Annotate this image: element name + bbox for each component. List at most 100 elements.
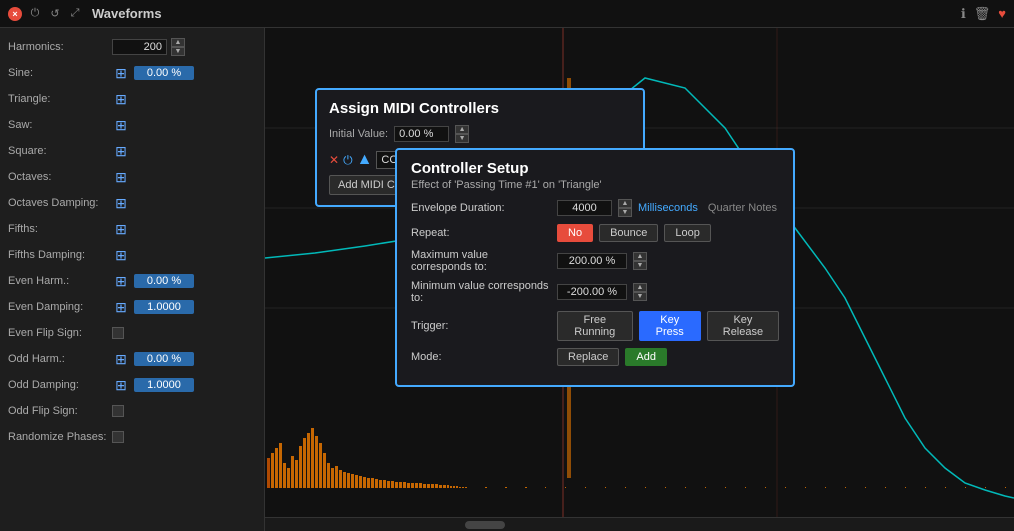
trigger-key-release-button[interactable]: Key Release <box>707 311 779 341</box>
mode-label: Mode: <box>411 351 551 363</box>
harmonics-down[interactable]: ▼ <box>171 47 185 56</box>
triangle-slider-icon[interactable]: ⊞ <box>112 91 130 108</box>
max-value-up[interactable]: ▲ <box>633 252 647 261</box>
odd-damping-slider-icon[interactable]: ⊞ <box>112 377 130 394</box>
envelope-duration-down[interactable]: ▼ <box>618 208 632 217</box>
initial-value-row: Initial Value: ▲ ▼ <box>329 125 631 143</box>
envelope-duration-up[interactable]: ▲ <box>618 199 632 208</box>
randomize-phases-checkbox[interactable] <box>112 431 124 443</box>
fifths-slider-icon[interactable]: ⊞ <box>112 221 130 238</box>
fifths-damping-slider-icon[interactable]: ⊞ <box>112 247 130 264</box>
initial-value-label: Initial Value: <box>329 128 388 140</box>
even-harm-label: Even Harm.: <box>8 275 108 287</box>
odd-harm-label: Odd Harm.: <box>8 353 108 365</box>
repeat-bounce-button[interactable]: Bounce <box>599 224 658 242</box>
even-damping-label: Even Damping: <box>8 301 108 313</box>
even-flip-label: Even Flip Sign: <box>8 327 108 339</box>
mode-add-button[interactable]: Add <box>625 348 667 366</box>
left-panel: Harmonics: ▲ ▼ Sine: ⊞ 0.00 % Triangle: … <box>0 28 265 531</box>
min-value-down[interactable]: ▼ <box>633 292 647 301</box>
octaves-slider-icon[interactable]: ⊞ <box>112 169 130 186</box>
max-value-down[interactable]: ▼ <box>633 261 647 270</box>
heart-icon[interactable]: ♥ <box>998 6 1006 21</box>
min-value-up[interactable]: ▲ <box>633 283 647 292</box>
harmonics-row: Harmonics: ▲ ▼ <box>0 34 264 60</box>
scrollbar-thumb[interactable] <box>465 521 505 529</box>
odd-damping-row: Odd Damping: ⊞ 1.0000 <box>0 372 264 398</box>
repeat-loop-button[interactable]: Loop <box>664 224 710 242</box>
even-damping-slider-icon[interactable]: ⊞ <box>112 299 130 316</box>
even-harm-slider-icon[interactable]: ⊞ <box>112 273 130 290</box>
sine-value[interactable]: 0.00 % <box>134 66 194 80</box>
randomize-phases-row: Randomize Phases: <box>0 424 264 450</box>
midi-row-arrow-icon[interactable]: ▲ <box>357 151 373 169</box>
harmonics-label: Harmonics: <box>8 41 108 53</box>
waveform-panel: Assign MIDI Controllers Initial Value: ▲… <box>265 28 1014 531</box>
max-value-label: Maximum value corresponds to: <box>411 249 551 273</box>
max-value-input[interactable] <box>557 253 627 269</box>
envelope-duration-input[interactable] <box>557 200 612 216</box>
refresh-button[interactable]: ↺ <box>48 7 62 21</box>
square-slider-icon[interactable]: ⊞ <box>112 143 130 160</box>
expand-button[interactable]: ⤢ <box>68 7 82 21</box>
min-value-spinner: ▲ ▼ <box>633 283 647 301</box>
max-value-spinner: ▲ ▼ <box>633 252 647 270</box>
sine-slider-icon[interactable]: ⊞ <box>112 65 130 82</box>
harmonics-input[interactable] <box>112 39 167 55</box>
fifths-damping-row: Fifths Damping: ⊞ <box>0 242 264 268</box>
ctrl-dialog-subtitle: Effect of 'Passing Time #1' on 'Triangle… <box>411 179 779 191</box>
mode-row: Mode: Replace Add <box>411 348 779 366</box>
harmonics-up[interactable]: ▲ <box>171 38 185 47</box>
odd-damping-value[interactable]: 1.0000 <box>134 378 194 392</box>
saw-label: Saw: <box>8 119 108 131</box>
milliseconds-label[interactable]: Milliseconds <box>638 202 698 214</box>
mode-replace-button[interactable]: Replace <box>557 348 619 366</box>
min-value-input[interactable] <box>557 284 627 300</box>
initial-value-down[interactable]: ▼ <box>455 134 469 143</box>
even-flip-checkbox[interactable] <box>112 327 124 339</box>
power-button[interactable]: ⏻ <box>28 7 42 21</box>
trigger-key-press-button[interactable]: Key Press <box>639 311 701 341</box>
title-bar: × ⏻ ↺ ⤢ Waveforms ℹ 🗑 ♥ <box>0 0 1014 28</box>
initial-value-input[interactable] <box>394 126 449 142</box>
sine-row: Sine: ⊞ 0.00 % <box>0 60 264 86</box>
close-button[interactable]: × <box>8 7 22 21</box>
octaves-label: Octaves: <box>8 171 108 183</box>
max-value-row: Maximum value corresponds to: ▲ ▼ <box>411 249 779 273</box>
fifths-label: Fifths: <box>8 223 108 235</box>
octaves-damping-slider-icon[interactable]: ⊞ <box>112 195 130 212</box>
harmonics-input-group: ▲ ▼ <box>112 38 185 56</box>
initial-value-up[interactable]: ▲ <box>455 125 469 134</box>
saw-row: Saw: ⊞ <box>0 112 264 138</box>
even-flip-row: Even Flip Sign: <box>0 320 264 346</box>
repeat-row: Repeat: No Bounce Loop <box>411 224 779 242</box>
midi-row-power-icon[interactable]: ⏻ <box>343 153 353 168</box>
odd-harm-row: Odd Harm.: ⊞ 0.00 % <box>0 346 264 372</box>
repeat-no-button[interactable]: No <box>557 224 593 242</box>
title-bar-right: ℹ 🗑 ♥ <box>961 6 1006 22</box>
trash-icon[interactable]: 🗑 <box>974 6 991 22</box>
envelope-duration-spinner: ▲ ▼ <box>618 199 632 217</box>
horizontal-scrollbar[interactable] <box>265 517 1014 531</box>
trigger-row: Trigger: Free Running Key Press Key Rele… <box>411 311 779 341</box>
fifths-row: Fifths: ⊞ <box>0 216 264 242</box>
midi-row-close-icon[interactable]: ✕ <box>329 153 339 167</box>
odd-harm-slider-icon[interactable]: ⊞ <box>112 351 130 368</box>
main-content: Harmonics: ▲ ▼ Sine: ⊞ 0.00 % Triangle: … <box>0 28 1014 531</box>
octaves-damping-label: Octaves Damping: <box>8 197 108 209</box>
min-value-label: Minimum value corresponds to: <box>411 280 551 304</box>
quarter-notes-label[interactable]: Quarter Notes <box>708 202 777 214</box>
square-label: Square: <box>8 145 108 157</box>
trigger-free-running-button[interactable]: Free Running <box>557 311 633 341</box>
title-bar-left: × ⏻ ↺ ⤢ Waveforms <box>8 6 162 21</box>
odd-harm-value[interactable]: 0.00 % <box>134 352 194 366</box>
even-damping-value[interactable]: 1.0000 <box>134 300 194 314</box>
info-icon[interactable]: ℹ <box>961 6 966 22</box>
even-harm-value[interactable]: 0.00 % <box>134 274 194 288</box>
odd-flip-row: Odd Flip Sign: <box>0 398 264 424</box>
odd-flip-checkbox[interactable] <box>112 405 124 417</box>
saw-slider-icon[interactable]: ⊞ <box>112 117 130 134</box>
min-value-row: Minimum value corresponds to: ▲ ▼ <box>411 280 779 304</box>
harmonics-spinner: ▲ ▼ <box>171 38 185 56</box>
octaves-damping-row: Octaves Damping: ⊞ <box>0 190 264 216</box>
